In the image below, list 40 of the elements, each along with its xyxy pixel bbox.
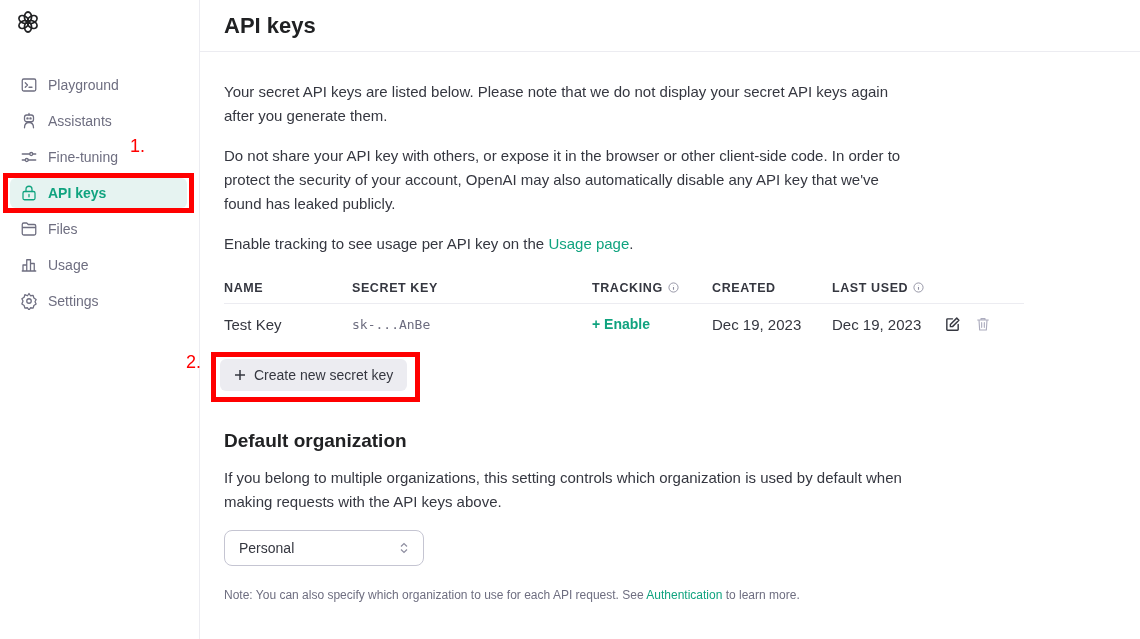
bar-chart-icon bbox=[20, 256, 38, 274]
sidebar-item[interactable]: API keys bbox=[10, 178, 187, 208]
paragraph: Enable tracking to see usage per API key on the Usage page. bbox=[224, 234, 635, 254]
chevron-icon bbox=[399, 542, 409, 554]
page-title: API keys bbox=[224, 12, 316, 39]
sidebar-item[interactable]: Files bbox=[10, 214, 189, 244]
terminal-icon bbox=[20, 76, 38, 94]
table-cell-text: Dec 19, 2023 bbox=[712, 314, 803, 335]
info-icon bbox=[667, 282, 679, 293]
section-title: Default organization bbox=[224, 430, 408, 452]
paragraph: Your secret API keys are listed below. Please note that we do not display your secret API keys again after you generate them. bbox=[224, 82, 889, 126]
paragraph: Do not share your API key with others, or expose it in the browser or other client-side code. In order to protect the security of your account, OpenAI may also automatically disable any API key that we've found has leaked publicly. bbox=[224, 146, 902, 214]
create-key-button[interactable]: Create new secret key bbox=[220, 359, 408, 391]
sidebar-item[interactable]: Assistants bbox=[10, 106, 189, 136]
logo-icon[interactable] bbox=[16, 10, 40, 34]
organization-select[interactable]: Personal bbox=[224, 530, 424, 566]
settings-icon bbox=[20, 292, 38, 310]
paragraph: If you belong to multiple organizations, this setting controls which organization is used by default when making requests with the API keys above. bbox=[224, 468, 903, 512]
lock-icon bbox=[20, 184, 38, 202]
edit-icon[interactable] bbox=[944, 315, 961, 333]
table-cell-text: Test Key bbox=[224, 314, 283, 335]
sidebar-item[interactable]: Settings bbox=[10, 286, 189, 316]
column-header: LAST USED bbox=[832, 272, 944, 304]
column-header: CREATED bbox=[712, 272, 832, 304]
link[interactable]: Usage page bbox=[548, 235, 630, 252]
note-text: Note: You can also specify which organization to use for each API request. See Authentication to learn more. bbox=[224, 588, 801, 602]
table-cell-text: sk-...AnBe bbox=[352, 315, 432, 334]
column-header: TRACKING bbox=[592, 272, 712, 304]
info-icon bbox=[913, 282, 925, 293]
sidebar-item[interactable]: Playground bbox=[10, 70, 189, 100]
annotation-label: 2. bbox=[186, 352, 201, 373]
annotation-label: 1. bbox=[130, 136, 145, 157]
column-header: NAME bbox=[224, 272, 352, 304]
table-cell-text: Dec 19, 2023 bbox=[832, 314, 923, 335]
column-header: SECRET KEY bbox=[352, 272, 592, 304]
sidebar-item[interactable]: Usage bbox=[10, 250, 189, 280]
enable-tracking-link[interactable]: + Enable bbox=[592, 316, 650, 332]
folder-icon bbox=[20, 220, 38, 238]
link[interactable]: Authentication bbox=[646, 588, 723, 602]
plus-icon bbox=[234, 369, 246, 381]
